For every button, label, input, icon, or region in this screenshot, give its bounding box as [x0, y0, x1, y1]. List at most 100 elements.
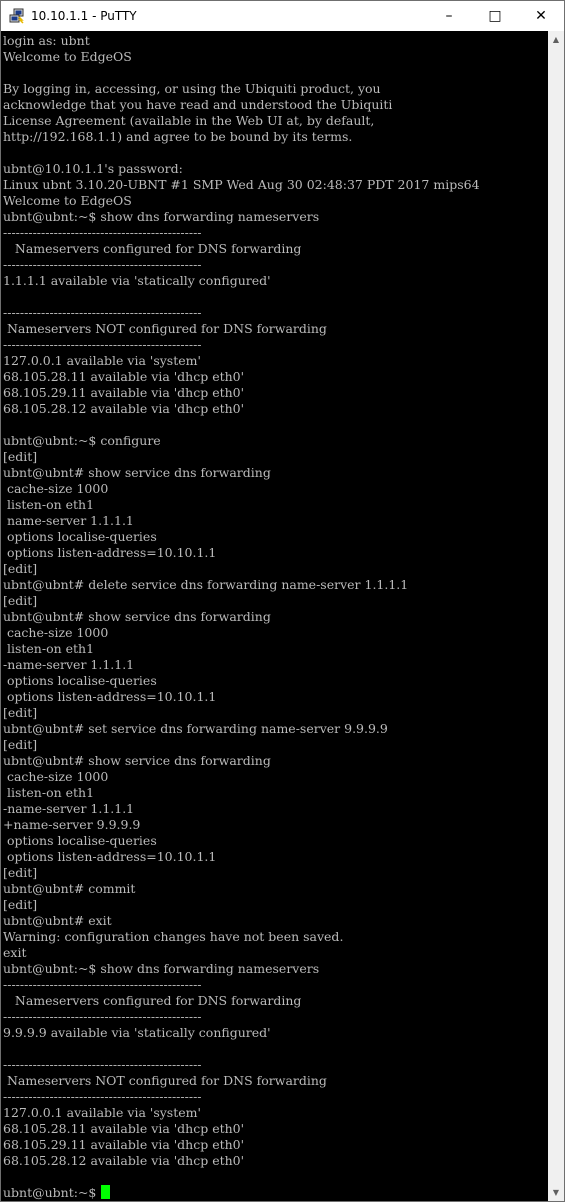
terminal-line: ubnt@ubnt:~$ show dns forwarding nameser… — [3, 961, 480, 977]
title-bar[interactable]: 10.10.1.1 - PuTTY – □ ✕ — [1, 1, 564, 31]
terminal-line: Warning: configuration changes have not … — [3, 929, 480, 945]
terminal-line-text: ubnt@ubnt# commit — [3, 881, 136, 896]
terminal-line-text: Welcome to EdgeOS — [3, 49, 132, 64]
terminal-line: ubnt@ubnt# commit — [3, 881, 480, 897]
terminal-line: ubnt@ubnt:~$ — [3, 1185, 480, 1201]
terminal-line-text: ----------------------------------------… — [3, 225, 202, 240]
terminal-line-text: 68.105.28.12 available via 'dhcp eth0' — [3, 401, 245, 416]
terminal-line-text: login as: ubnt — [3, 33, 90, 48]
terminal-line-text: [edit] — [3, 449, 38, 464]
terminal-line: -name-server 1.1.1.1 — [3, 657, 480, 673]
terminal-line-text: 68.105.28.12 available via 'dhcp eth0' — [3, 1153, 245, 1168]
terminal-line-text: +name-server 9.9.9.9 — [3, 817, 141, 832]
terminal-line: ubnt@ubnt# show service dns forwarding — [3, 753, 480, 769]
terminal-line-text: Warning: configuration changes have not … — [3, 929, 344, 944]
terminal-line-text: 68.105.28.11 available via 'dhcp eth0' — [3, 1121, 245, 1136]
terminal-line-text: [edit] — [3, 593, 38, 608]
terminal-line-text: ubnt@ubnt:~$ configure — [3, 433, 161, 448]
terminal-line-text: 68.105.28.11 available via 'dhcp eth0' — [3, 369, 245, 384]
scroll-down-button[interactable]: ▼ — [548, 1184, 564, 1201]
terminal-line-text: Nameservers configured for DNS forwardin… — [3, 241, 302, 256]
terminal-line-text: ubnt@ubnt# exit — [3, 913, 112, 928]
terminal-line: options localise-queries — [3, 673, 480, 689]
terminal-line-text: exit — [3, 945, 27, 960]
terminal-line: acknowledge that you have read and under… — [3, 97, 480, 113]
terminal-line: login as: ubnt — [3, 33, 480, 49]
terminal-line-text: ----------------------------------------… — [3, 1057, 202, 1072]
terminal-line: -name-server 1.1.1.1 — [3, 801, 480, 817]
maximize-button[interactable]: □ — [472, 1, 518, 31]
terminal-line-text: [edit] — [3, 737, 38, 752]
terminal-line-text: ubnt@ubnt# show service dns forwarding — [3, 753, 271, 768]
terminal-line-text: cache-size 1000 — [3, 625, 109, 640]
terminal-line: ----------------------------------------… — [3, 337, 480, 353]
terminal-line: ubnt@ubnt:~$ configure — [3, 433, 480, 449]
terminal-line: cache-size 1000 — [3, 481, 480, 497]
terminal-line-text: options listen-address=10.10.1.1 — [3, 849, 217, 864]
terminal-line: options listen-address=10.10.1.1 — [3, 849, 480, 865]
terminal-line: Nameservers NOT configured for DNS forwa… — [3, 321, 480, 337]
terminal-line-text: ubnt@ubnt# set service dns forwarding na… — [3, 721, 388, 736]
terminal-line: options localise-queries — [3, 529, 480, 545]
close-button[interactable]: ✕ — [518, 1, 564, 31]
terminal-line-text: listen-on eth1 — [3, 497, 95, 512]
terminal-line: 127.0.0.1 available via 'system' — [3, 1105, 480, 1121]
window-title: 10.10.1.1 - PuTTY — [31, 9, 137, 23]
terminal-line-text: ubnt@ubnt# delete service dns forwarding… — [3, 577, 409, 592]
terminal-area[interactable]: login as: ubnt Welcome to EdgeOS By loggin… — [1, 31, 548, 1201]
terminal-line: listen-on eth1 — [3, 785, 480, 801]
terminal-line: By logging in, accessing, or using the U… — [3, 81, 480, 97]
maximize-icon: □ — [488, 8, 502, 24]
putty-icon[interactable] — [9, 8, 25, 24]
terminal-line-text: Nameservers configured for DNS forwardin… — [3, 993, 302, 1008]
terminal-line: 68.105.29.11 available via 'dhcp eth0' — [3, 1137, 480, 1153]
terminal-line-text: ----------------------------------------… — [3, 337, 202, 352]
scroll-up-button[interactable]: ▲ — [548, 31, 564, 48]
terminal-line: ----------------------------------------… — [3, 257, 480, 273]
terminal-line: cache-size 1000 — [3, 625, 480, 641]
terminal-line: options listen-address=10.10.1.1 — [3, 689, 480, 705]
putty-window: 10.10.1.1 - PuTTY – □ ✕ login as: ubnt We… — [0, 0, 565, 1202]
terminal-line: ubnt@ubnt# delete service dns forwarding… — [3, 577, 480, 593]
terminal-line: listen-on eth1 — [3, 641, 480, 657]
terminal-line-text: http://192.168.1.1) and agree to be boun… — [3, 129, 353, 144]
terminal-line: Welcome to EdgeOS — [3, 49, 480, 65]
terminal-line: +name-server 9.9.9.9 — [3, 817, 480, 833]
terminal-line-text: [edit] — [3, 865, 38, 880]
terminal-line-text: options listen-address=10.10.1.1 — [3, 545, 217, 560]
terminal-cursor — [101, 1185, 111, 1199]
terminal-line-text: name-server 1.1.1.1 — [3, 513, 134, 528]
terminal-line-text: options localise-queries — [3, 833, 157, 848]
terminal-line-text: ----------------------------------------… — [3, 305, 202, 320]
terminal-line-text: 127.0.0.1 available via 'system' — [3, 1105, 201, 1120]
terminal-line-text: ----------------------------------------… — [3, 1089, 202, 1104]
terminal-line: 68.105.29.11 available via 'dhcp eth0' — [3, 385, 480, 401]
terminal-line: [edit] — [3, 593, 480, 609]
terminal-line-text: ----------------------------------------… — [3, 257, 202, 272]
terminal-line-text: listen-on eth1 — [3, 785, 95, 800]
terminal-line: ubnt@ubnt:~$ show dns forwarding nameser… — [3, 209, 480, 225]
terminal-line: name-server 1.1.1.1 — [3, 513, 480, 529]
terminal-line: 68.105.28.11 available via 'dhcp eth0' — [3, 1121, 480, 1137]
minimize-button[interactable]: – — [426, 1, 472, 31]
close-icon: ✕ — [535, 8, 547, 24]
terminal-line-text: License Agreement (available in the Web … — [3, 113, 375, 128]
terminal-line: ----------------------------------------… — [3, 1089, 480, 1105]
terminal-line-text: ubnt@ubnt:~$ show dns forwarding nameser… — [3, 209, 320, 224]
terminal-line: ----------------------------------------… — [3, 1057, 480, 1073]
terminal-line: http://192.168.1.1) and agree to be boun… — [3, 129, 480, 145]
terminal-line-text: ubnt@ubnt:~$ — [3, 1185, 101, 1200]
terminal-line: ----------------------------------------… — [3, 977, 480, 993]
terminal-line: 9.9.9.9 available via 'statically config… — [3, 1025, 480, 1041]
chevron-down-icon: ▼ — [552, 1188, 560, 1197]
terminal-line: ubnt@ubnt# exit — [3, 913, 480, 929]
terminal-line-text: 68.105.29.11 available via 'dhcp eth0' — [3, 385, 245, 400]
terminal-line-text: -name-server 1.1.1.1 — [3, 657, 135, 672]
terminal-line-text: ubnt@ubnt# show service dns forwarding — [3, 465, 271, 480]
terminal-output: login as: ubnt Welcome to EdgeOS By loggin… — [3, 33, 480, 1201]
vertical-scrollbar[interactable]: ▲ ▼ — [548, 31, 564, 1201]
terminal-line: Nameservers configured for DNS forwardin… — [3, 241, 480, 257]
